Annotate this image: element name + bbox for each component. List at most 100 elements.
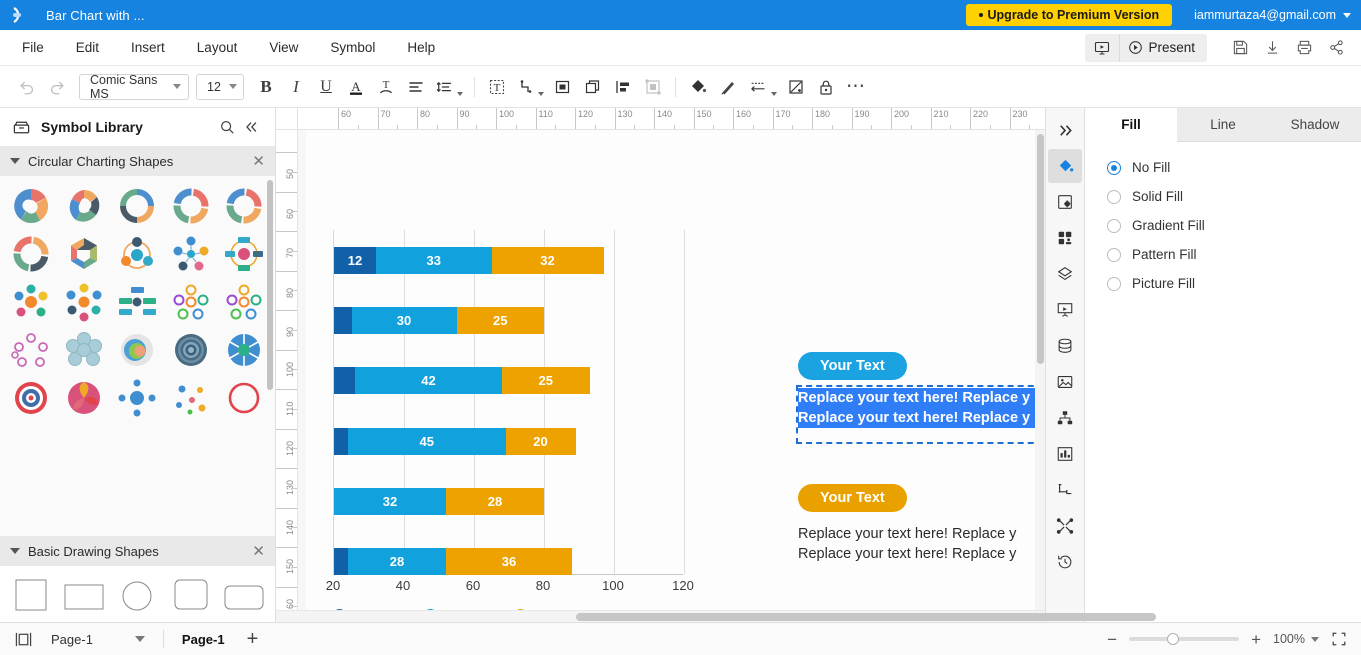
shape-item[interactable] — [57, 326, 110, 374]
shape-item[interactable] — [57, 374, 110, 422]
shape-item-rounded-rect[interactable] — [164, 574, 217, 614]
shape-item[interactable] — [218, 326, 271, 374]
canvas[interactable]: 12 33 32 30 25 42 25 45 20 32 28 28 36 20 40 60 80 100 12… — [298, 130, 1045, 610]
menu-insert[interactable]: Insert — [115, 34, 181, 61]
page-layout-icon[interactable] — [14, 631, 33, 648]
scrollbar-thumb[interactable] — [576, 613, 1156, 621]
shape-item[interactable] — [111, 182, 164, 230]
menu-layout[interactable]: Layout — [181, 34, 254, 61]
shape-item-rectangle-wide[interactable] — [57, 574, 110, 614]
font-color-icon[interactable]: A — [341, 72, 371, 102]
line-weight-icon[interactable] — [743, 72, 781, 102]
align-objects-icon[interactable] — [608, 72, 638, 102]
shape-item-rounded-rect-wide[interactable] — [218, 574, 271, 614]
chart-bar-segment[interactable]: 33 — [376, 247, 492, 274]
text-line[interactable]: Replace your text here! Replace y — [798, 524, 1045, 544]
chart-bar-segment[interactable]: 12 — [334, 247, 376, 274]
shape-settings-icon[interactable] — [1048, 185, 1082, 219]
shape-item[interactable] — [4, 374, 57, 422]
shape-item[interactable] — [57, 182, 110, 230]
scrollbar-thumb[interactable] — [1037, 134, 1044, 364]
radio-icon[interactable] — [1107, 189, 1121, 204]
undo-icon[interactable] — [12, 72, 42, 102]
group-icon[interactable] — [548, 72, 578, 102]
shape-item[interactable] — [164, 326, 217, 374]
pill-label-2[interactable]: Your Text — [798, 484, 907, 512]
chart-bar-row[interactable]: 28 36 — [334, 548, 572, 575]
shape-item[interactable] — [218, 278, 271, 326]
shape-item[interactable] — [164, 182, 217, 230]
history-icon[interactable] — [1048, 545, 1082, 579]
pill-label-1[interactable]: Your Text — [798, 352, 907, 380]
page-surface[interactable]: 12 33 32 30 25 42 25 45 20 32 28 28 36 20 40 60 80 100 12… — [306, 130, 1045, 610]
shape-item[interactable] — [111, 278, 164, 326]
shape-item[interactable] — [218, 230, 271, 278]
chart-bar-segment[interactable] — [334, 307, 352, 335]
chart-bar-segment[interactable]: 42 — [355, 367, 502, 395]
search-icon[interactable] — [215, 115, 239, 139]
fill-bucket-icon[interactable] — [1048, 149, 1082, 183]
shape-item[interactable] — [218, 374, 271, 422]
shape-item[interactable] — [111, 326, 164, 374]
selection-box[interactable] — [796, 385, 1045, 444]
shape-item[interactable] — [4, 182, 57, 230]
more-icon[interactable]: ⋯ — [841, 72, 871, 102]
shape-item[interactable] — [4, 326, 57, 374]
chart-bar-row[interactable]: 12 33 32 — [334, 247, 604, 274]
shape-format-icon[interactable] — [781, 72, 811, 102]
fill-option-solid-fill[interactable]: Solid Fill — [1107, 189, 1339, 204]
zoom-slider-thumb[interactable] — [1167, 633, 1180, 645]
chart-bar-segment[interactable]: 20 — [505, 427, 576, 455]
vertical-ruler[interactable]: 50 60 70 80 90 100 110 120 130 140 150 160 — [276, 130, 298, 610]
chart-bar-row[interactable]: 32 28 — [334, 487, 544, 515]
zoom-out-button[interactable]: − — [1107, 631, 1117, 648]
account-menu[interactable]: iammurtaza4@gmail.com — [1194, 8, 1351, 22]
chart-bar-row[interactable]: 42 25 — [334, 367, 590, 395]
zoom-level-selector[interactable]: 100% — [1273, 632, 1319, 646]
chart-bar-row[interactable]: 30 25 — [334, 307, 544, 335]
present-button[interactable]: Present — [1119, 33, 1207, 62]
zoom-in-button[interactable]: + — [1251, 631, 1261, 648]
shape-item-circle[interactable] — [111, 574, 164, 614]
text-line[interactable]: Replace your text here! Replace y — [798, 544, 1045, 564]
shape-item[interactable] — [4, 230, 57, 278]
radio-icon[interactable] — [1107, 160, 1121, 175]
menu-edit[interactable]: Edit — [60, 34, 115, 61]
radio-icon[interactable] — [1107, 247, 1121, 262]
text-block-2[interactable]: Your Text Replace your text here! Replac… — [798, 484, 1045, 564]
canvas-horizontal-scrollbar[interactable] — [276, 610, 1156, 622]
lock-icon[interactable] — [811, 72, 841, 102]
zoom-slider[interactable] — [1129, 633, 1240, 645]
redo-icon[interactable] — [42, 72, 72, 102]
org-chart-icon[interactable] — [1048, 401, 1082, 435]
text-box-icon[interactable]: T — [482, 72, 512, 102]
data-icon[interactable] — [1048, 329, 1082, 363]
shape-item[interactable] — [164, 278, 217, 326]
shape-item[interactable] — [111, 230, 164, 278]
sidebar-scrollbar[interactable] — [267, 180, 273, 390]
add-page-button[interactable]: + — [247, 629, 259, 649]
shape-item[interactable] — [164, 374, 217, 422]
fill-option-no-fill[interactable]: No Fill — [1107, 160, 1339, 175]
fill-icon[interactable] — [683, 72, 713, 102]
tab-line[interactable]: Line — [1177, 108, 1269, 142]
tab-shadow[interactable]: Shadow — [1269, 108, 1361, 142]
share-icon[interactable] — [1321, 34, 1351, 62]
chart-bar-segment[interactable] — [334, 427, 348, 455]
font-family-select[interactable]: Comic Sans MS — [79, 73, 189, 101]
italic-button[interactable]: I — [281, 72, 311, 102]
menu-help[interactable]: Help — [391, 34, 451, 61]
fill-option-picture-fill[interactable]: Picture Fill — [1107, 276, 1339, 291]
presentation-icon[interactable] — [1048, 293, 1082, 327]
download-icon[interactable] — [1257, 34, 1287, 62]
shape-item[interactable] — [57, 230, 110, 278]
tab-fill[interactable]: Fill — [1085, 108, 1177, 142]
underline-button[interactable]: U — [311, 72, 341, 102]
layers-icon[interactable] — [1048, 257, 1082, 291]
menu-file[interactable]: File — [6, 34, 60, 61]
save-icon[interactable] — [1225, 34, 1255, 62]
chart-bar-segment[interactable]: 32 — [491, 247, 604, 274]
shuffle-icon[interactable] — [1048, 509, 1082, 543]
fit-screen-icon[interactable] — [1331, 631, 1347, 647]
duplicate-icon[interactable] — [578, 72, 608, 102]
